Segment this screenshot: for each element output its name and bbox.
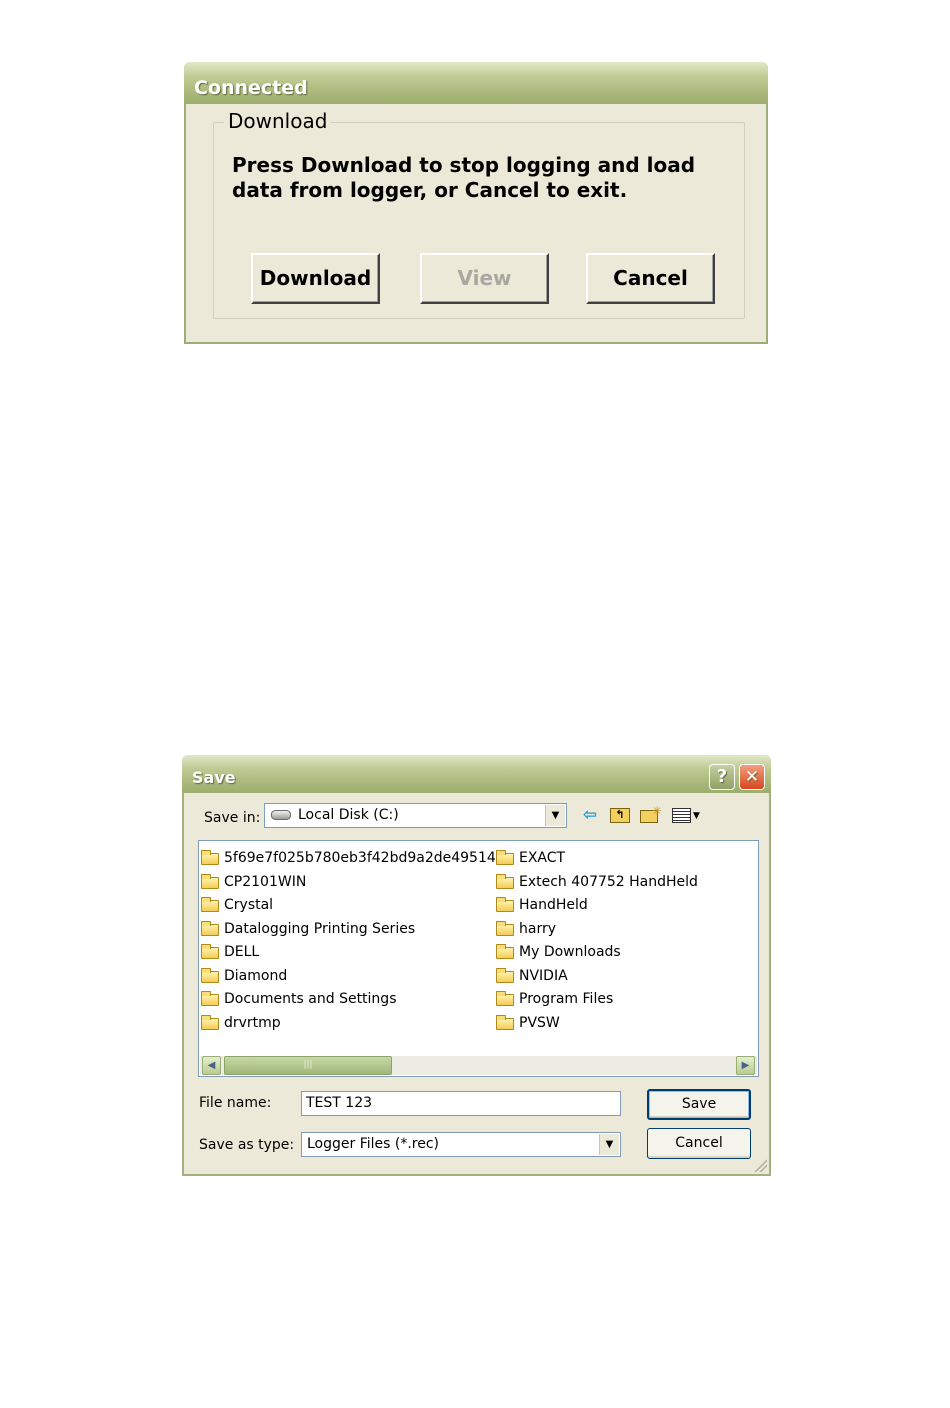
list-item[interactable]: EXACT [494,847,698,871]
folder-name: DELL [224,944,260,960]
folder-name: Datalogging Printing Series [224,920,416,937]
folder-name: Program Files [519,991,614,1007]
folder-name: Diamond [224,967,288,984]
list-item[interactable]: CP2101WIN [199,871,496,895]
save-as-type-value: Logger Files (*.rec) [307,1136,440,1152]
folder-name: CP2101WIN [224,873,307,890]
save-as-type-combo[interactable]: Logger Files (*.rec) ▼ [301,1132,621,1157]
list-item[interactable]: Crystal [199,894,496,918]
folder-icon [496,967,514,983]
connected-dialog-body: Download Press Download to stop logging … [186,104,766,342]
download-instructions: Press Download to stop logging and load … [232,153,696,202]
list-item[interactable]: NVIDIA [494,965,698,989]
folder-column-left: 5f69e7f025b780eb3f42bd9a2de49514 CP2101W… [199,847,496,1035]
list-item[interactable]: PVSW [494,1012,698,1036]
folder-name: PVSW [519,1014,560,1031]
list-item[interactable]: DELL [199,941,496,965]
horizontal-scrollbar[interactable]: ◀ ||| ▶ [200,1056,757,1075]
folder-icon [201,1014,219,1030]
list-item[interactable]: My Downloads [494,941,698,965]
folder-icon [201,991,219,1006]
list-item[interactable]: Datalogging Printing Series [199,918,496,942]
folder-icon [496,897,514,912]
file-name-label: File name: [199,1095,272,1111]
folder-icon [201,897,219,912]
list-item[interactable]: Extech 407752 HandHeld [494,871,698,895]
new-folder-icon[interactable]: ✳ [638,803,662,827]
folder-icon [201,967,219,983]
folder-name: HandHeld [519,897,588,913]
back-arrow-icon[interactable]: ⇦ [578,803,602,827]
save-dialog: Save ? ✕ Save in: Local Disk (C:) ▼ ⇦ ↰ … [182,755,771,1176]
folder-icon [496,991,514,1006]
folder-name: Documents and Settings [224,991,397,1007]
list-item[interactable]: Documents and Settings [199,988,496,1012]
list-item[interactable]: Program Files [494,988,698,1012]
chevron-down-icon[interactable]: ▼ [599,1134,619,1155]
folder-icon [201,944,219,959]
list-item[interactable]: harry [494,918,698,942]
hard-disk-icon [271,810,291,820]
folder-column-right: EXACT Extech 407752 HandHeld HandHeld ha… [494,847,698,1035]
list-item[interactable]: 5f69e7f025b780eb3f42bd9a2de49514 [199,847,496,871]
connected-dialog-title: Connected [184,62,768,104]
download-button[interactable]: Download [251,253,380,304]
chevron-down-icon[interactable]: ▼ [545,805,565,826]
cancel-button[interactable]: Cancel [586,253,715,304]
download-group-label: Download [224,109,332,133]
cancel-button[interactable]: Cancel [647,1128,751,1159]
save-button[interactable]: Save [647,1089,751,1120]
folder-icon [496,850,514,865]
close-button[interactable]: ✕ [739,764,765,790]
save-in-combo[interactable]: Local Disk (C:) ▼ [264,803,567,828]
folder-name: drvrtmp [224,1014,281,1031]
folder-name: EXACT [519,850,566,866]
list-item[interactable]: drvrtmp [199,1012,496,1036]
connected-dialog: Connected Download Press Download to sto… [184,62,768,344]
scroll-thumb[interactable]: ||| [224,1056,392,1075]
folder-icon [201,873,219,889]
folder-icon [496,873,514,889]
save-as-type-label: Save as type: [199,1137,295,1153]
folder-name: Crystal [224,897,274,913]
view-button[interactable]: View [420,253,549,304]
resize-grip-icon[interactable] [753,1158,767,1172]
scroll-right-icon[interactable]: ▶ [736,1056,755,1075]
list-item[interactable]: HandHeld [494,894,698,918]
folder-icon [496,920,514,936]
file-name-input[interactable]: TEST 123 [301,1091,621,1116]
help-button[interactable]: ? [709,764,735,790]
folder-icon [201,850,219,865]
save-in-label: Save in: [204,810,261,826]
folder-icon [496,1014,514,1030]
folder-icon [496,944,514,959]
save-dialog-titlebar: Save ? ✕ [182,755,771,793]
list-item[interactable]: Diamond [199,965,496,989]
folder-icon [201,920,219,936]
scroll-left-icon[interactable]: ◀ [202,1056,221,1075]
save-in-value: Local Disk (C:) [298,807,399,823]
folder-name: NVIDIA [519,967,568,984]
folder-name: My Downloads [519,944,621,960]
view-menu-icon[interactable]: ▼ [670,803,706,827]
save-dialog-title: Save [192,768,236,787]
folder-name: harry [519,920,557,937]
folder-name: 5f69e7f025b780eb3f42bd9a2de49514 [224,850,496,866]
folder-name: Extech 407752 HandHeld [519,873,698,890]
up-folder-icon[interactable]: ↰ [608,803,632,827]
file-list[interactable]: 5f69e7f025b780eb3f42bd9a2de49514 CP2101W… [198,840,759,1077]
